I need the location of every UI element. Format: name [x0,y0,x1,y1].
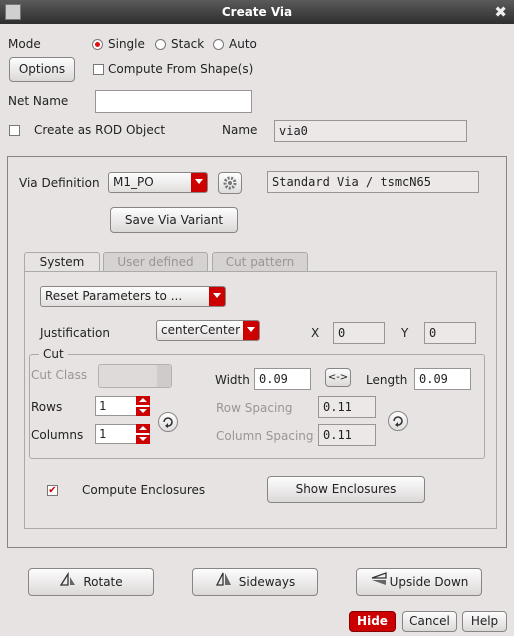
swap-spacing-icon[interactable] [388,411,408,431]
width-label: Width [215,373,250,387]
upside-down-icon [370,570,388,596]
chevron-down-icon [209,287,225,306]
save-via-variant-button[interactable]: Save Via Variant [110,207,238,233]
cancel-button[interactable]: Cancel [402,611,457,632]
options-button[interactable]: Options [9,57,75,82]
tab-cut-pattern[interactable]: Cut pattern [212,252,308,272]
via-description-field: Standard Via / tsmcN65 [267,171,479,193]
reset-parameters-select[interactable]: Reset Parameters to ... [40,286,226,307]
tab-user-defined[interactable]: User defined [103,252,208,272]
column-spacing-label: Column Spacing [216,429,314,443]
rows-label: Rows [31,400,63,414]
compute-enclosures-checkbox[interactable]: ✔ [47,485,58,496]
rotate-button[interactable]: Rotate [28,568,154,596]
hide-button[interactable]: Hide [349,611,396,632]
column-spacing-input[interactable]: 0.11 [318,424,376,446]
x-input[interactable]: 0 [333,322,385,344]
justification-label: Justification [40,326,110,340]
reset-parameters-label: Reset Parameters to ... [45,289,183,303]
mode-auto-label: Auto [229,37,257,51]
chevron-down-icon [243,321,259,340]
upside-down-label: Upside Down [389,575,469,589]
cut-class-label: Cut Class [31,368,88,382]
show-enclosures-button[interactable]: Show Enclosures [267,476,425,503]
compute-from-shapes-checkbox[interactable] [93,64,104,75]
chevron-down-icon [191,173,207,192]
rod-checkbox[interactable] [9,125,20,136]
y-input[interactable]: 0 [424,322,476,344]
columns-stepper[interactable]: 1 [95,424,150,444]
mode-label: Mode [8,37,41,51]
chevron-down-icon [157,365,171,387]
justification-value: centerCenter [161,323,240,337]
cut-class-select[interactable] [98,364,172,388]
rotate-label: Rotate [83,575,123,589]
net-name-input[interactable] [95,90,252,113]
tab-system[interactable]: System [24,252,100,272]
length-input[interactable]: 0.09 [414,368,471,390]
row-spacing-input[interactable]: 0.11 [318,396,376,418]
cut-group-label: Cut [39,347,68,361]
net-name-label: Net Name [8,94,69,108]
close-icon[interactable]: ✖ [494,3,507,21]
mode-stack-radio[interactable] [155,39,166,50]
mode-auto-radio[interactable] [213,39,224,50]
row-spacing-label: Row Spacing [216,401,293,415]
swap-width-length-button[interactable]: <-> [325,368,351,387]
name-label: Name [222,123,258,137]
compute-from-shapes-label: Compute From Shape(s) [108,62,254,76]
decrement-icon[interactable] [136,435,150,444]
sideways-label: Sideways [238,575,296,589]
via-definition-select[interactable]: M1_PO [108,172,208,193]
window-title: Create Via [221,5,293,19]
gear-icon[interactable] [218,172,242,194]
swap-rows-columns-icon[interactable] [158,412,178,432]
via-definition-label: Via Definition [19,176,100,190]
increment-icon[interactable] [136,396,150,405]
sideways-icon [215,570,233,596]
rows-stepper[interactable]: 1 [95,396,150,416]
width-input[interactable]: 0.09 [254,368,311,390]
mode-single-label: Single [108,37,145,51]
mode-single-radio[interactable] [92,39,103,50]
name-input[interactable]: via0 [274,120,467,142]
x-label: X [311,326,320,340]
rod-label: Create as ROD Object [34,123,166,137]
increment-icon[interactable] [136,424,150,433]
justification-select[interactable]: centerCenter [156,320,260,341]
length-label: Length [366,373,408,387]
decrement-icon[interactable] [136,407,150,416]
y-label: Y [401,326,409,340]
upside-down-button[interactable]: Upside Down [356,568,482,596]
via-definition-value: M1_PO [113,175,154,189]
rotate-icon [59,570,77,596]
columns-label: Columns [31,428,84,442]
compute-enclosures-label: Compute Enclosures [82,483,206,497]
columns-value: 1 [99,427,107,441]
help-button[interactable]: Help [462,611,507,632]
title-bar: Create Via ✖ [0,0,514,24]
mode-stack-label: Stack [171,37,205,51]
rows-value: 1 [99,399,107,413]
sideways-button[interactable]: Sideways [192,568,318,596]
